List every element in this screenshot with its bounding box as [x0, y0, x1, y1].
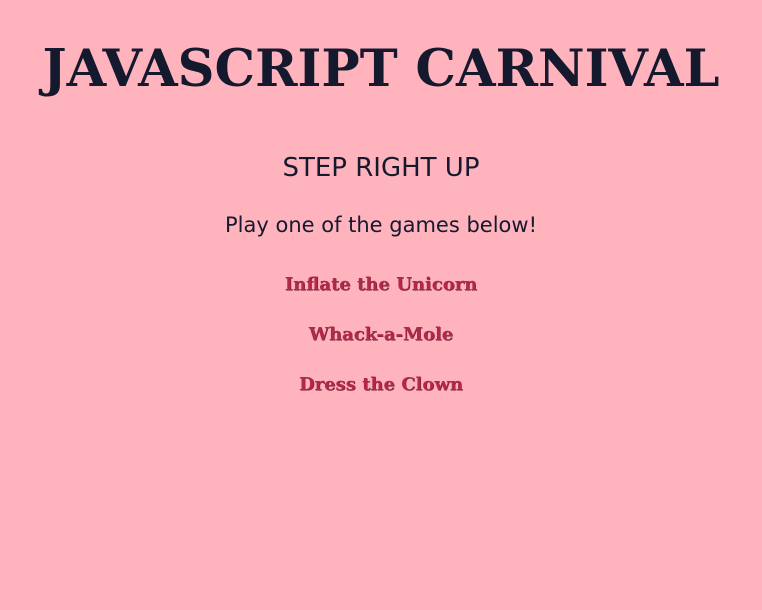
list-item: Inflate the Unicorn: [0, 270, 762, 320]
intro-text: Play one of the games below!: [225, 213, 537, 237]
dress-clown-link[interactable]: Dress the Clown: [299, 370, 463, 400]
list-item: Whack-a-Mole: [0, 320, 762, 370]
page-title: JAVASCRIPT CARNIVAL: [42, 39, 720, 99]
section-subtitle: STEP RIGHT UP: [282, 153, 480, 183]
whack-a-mole-link[interactable]: Whack-a-Mole: [309, 320, 454, 350]
carnival-page: JAVASCRIPT CARNIVAL STEP RIGHT UP Play o…: [0, 0, 762, 610]
inflate-unicorn-link[interactable]: Inflate the Unicorn: [285, 270, 478, 300]
list-item: Dress the Clown: [0, 370, 762, 420]
games-list: Inflate the Unicorn Whack-a-Mole Dress t…: [0, 270, 762, 420]
